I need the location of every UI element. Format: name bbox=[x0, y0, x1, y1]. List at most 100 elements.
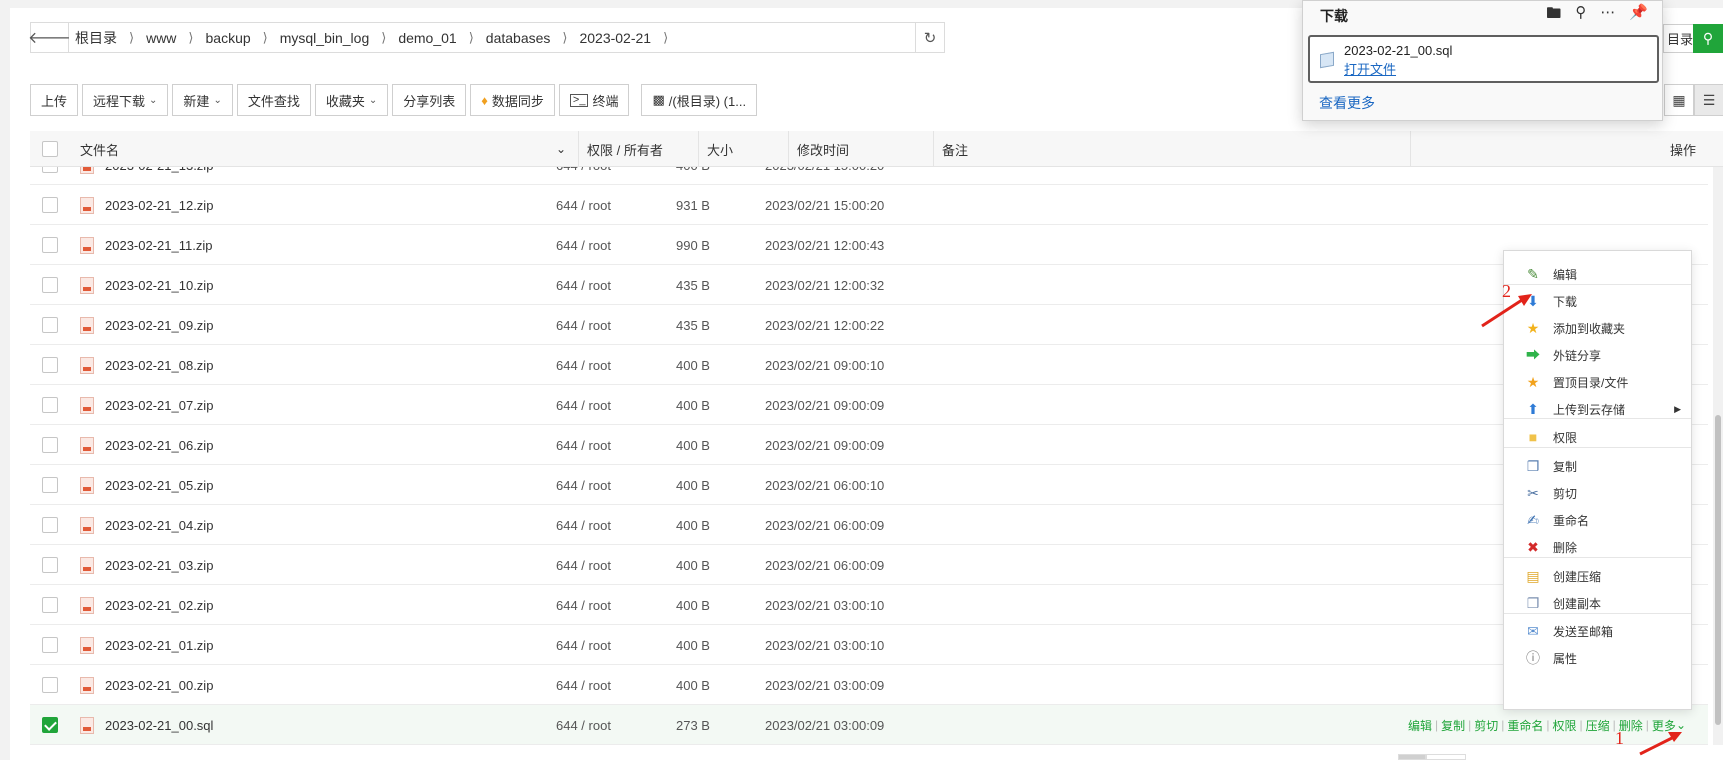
terminal-button[interactable]: >_ 终端 bbox=[558, 84, 630, 116]
row-checkbox[interactable] bbox=[42, 425, 58, 465]
row-checkbox[interactable] bbox=[42, 545, 58, 585]
list-view-button[interactable]: ☰ bbox=[1694, 84, 1723, 116]
checkbox[interactable] bbox=[42, 677, 58, 693]
table-row[interactable]: 2023-02-21_13.zip 644 / root 400 B 2023/02/… bbox=[30, 167, 1708, 185]
breadcrumb-date[interactable]: 2023-02-21 bbox=[567, 30, 651, 46]
checkbox[interactable] bbox=[42, 397, 58, 413]
perm-cell[interactable]: 644 / root bbox=[556, 185, 611, 225]
row-checkbox[interactable] bbox=[42, 585, 58, 625]
menu-item-rename[interactable]: ✍ 重命名 bbox=[1504, 505, 1691, 535]
perm-cell[interactable]: 644 / root bbox=[556, 385, 611, 425]
checkbox[interactable] bbox=[42, 317, 58, 333]
menu-item-info[interactable]: ⓘ 属性 bbox=[1504, 643, 1691, 673]
table-row[interactable]: 2023-02-21_01.zip 644 / root 400 B 2023/02/… bbox=[30, 625, 1708, 665]
breadcrumb-demo-01[interactable]: demo_01 bbox=[386, 30, 456, 46]
file-name-cell[interactable]: 2023-02-21_00.sql bbox=[80, 705, 213, 745]
table-row[interactable]: 2023-02-21_00.sql 644 / root 273 B 2023/02/… bbox=[30, 705, 1708, 745]
file-name[interactable]: 2023-02-21_09.zip bbox=[105, 318, 213, 333]
menu-item-zip[interactable]: ▤ 创建压缩 bbox=[1504, 561, 1691, 591]
table-row[interactable]: 2023-02-21_11.zip 644 / root 990 B 2023/02/… bbox=[30, 225, 1708, 265]
menu-item-mail[interactable]: ✉ 发送至邮箱 bbox=[1504, 616, 1691, 646]
header-size[interactable]: 大小 bbox=[698, 131, 788, 167]
breadcrumb-backup[interactable]: backup bbox=[194, 30, 251, 46]
perm-cell[interactable]: 644 / root bbox=[556, 465, 611, 505]
file-name[interactable]: 2023-02-21_00.sql bbox=[105, 718, 213, 733]
remote-download-button[interactable]: 远程下载 ⌄ bbox=[82, 84, 169, 116]
file-name[interactable]: 2023-02-21_07.zip bbox=[105, 398, 213, 413]
menu-item-upload-cloud[interactable]: ⬆ 上传到云存储 ▶ bbox=[1504, 394, 1691, 424]
header-perm[interactable]: 权限 / 所有者 bbox=[578, 131, 698, 167]
breadcrumb-databases[interactable]: databases bbox=[474, 30, 551, 46]
more-icon[interactable]: ⋯ bbox=[1600, 3, 1615, 28]
perm-cell[interactable]: 644 / root bbox=[556, 545, 611, 585]
row-checkbox[interactable] bbox=[42, 465, 58, 505]
checkbox[interactable] bbox=[42, 357, 58, 373]
file-name[interactable]: 2023-02-21_10.zip bbox=[105, 278, 213, 293]
table-row[interactable]: 2023-02-21_09.zip 644 / root 435 B 2023/02/… bbox=[30, 305, 1708, 345]
file-name-cell[interactable]: 2023-02-21_03.zip bbox=[80, 545, 213, 585]
file-name-cell[interactable]: 2023-02-21_00.zip bbox=[80, 665, 213, 705]
perm-cell[interactable]: 644 / root bbox=[556, 705, 611, 745]
row-checkbox[interactable] bbox=[42, 385, 58, 425]
download-item[interactable]: 2023-02-21_00.sql 打开文件 bbox=[1308, 35, 1659, 83]
perm-cell[interactable]: 644 / root bbox=[556, 425, 611, 465]
file-name[interactable]: 2023-02-21_04.zip bbox=[105, 518, 213, 533]
file-name-cell[interactable]: 2023-02-21_10.zip bbox=[80, 265, 213, 305]
table-row[interactable]: 2023-02-21_06.zip 644 / root 400 B 2023/02/… bbox=[30, 425, 1708, 465]
back-button[interactable]: 🡐 bbox=[28, 23, 71, 52]
table-row[interactable]: 2023-02-21_07.zip 644 / root 400 B 2023/02/… bbox=[30, 385, 1708, 425]
row-action-2[interactable]: 剪切 bbox=[1474, 717, 1498, 734]
checkbox[interactable] bbox=[42, 637, 58, 653]
refresh-button[interactable]: ↻ bbox=[915, 23, 944, 52]
file-name[interactable]: 2023-02-21_12.zip bbox=[105, 198, 213, 213]
checkbox[interactable] bbox=[42, 557, 58, 573]
checkbox[interactable] bbox=[42, 517, 58, 533]
perm-cell[interactable]: 644 / root bbox=[556, 625, 611, 665]
table-row[interactable]: 2023-02-21_03.zip 644 / root 400 B 2023/02/… bbox=[30, 545, 1708, 585]
file-name[interactable]: 2023-02-21_08.zip bbox=[105, 358, 213, 373]
file-name-cell[interactable]: 2023-02-21_09.zip bbox=[80, 305, 213, 345]
checkbox[interactable] bbox=[42, 717, 58, 733]
perm-cell[interactable]: 644 / root bbox=[556, 345, 611, 385]
table-row[interactable]: 2023-02-21_12.zip 644 / root 931 B 2023/02/… bbox=[30, 185, 1708, 225]
menu-item-scissors[interactable]: ✂ 剪切 bbox=[1504, 478, 1691, 508]
breadcrumb-mysql-bin-log[interactable]: mysql_bin_log bbox=[268, 30, 370, 46]
file-name-cell[interactable]: 2023-02-21_01.zip bbox=[80, 625, 213, 665]
file-name-cell[interactable]: 2023-02-21_06.zip bbox=[80, 425, 213, 465]
file-name[interactable]: 2023-02-21_11.zip bbox=[105, 238, 212, 253]
breadcrumb-www[interactable]: www bbox=[134, 30, 176, 46]
file-name[interactable]: 2023-02-21_06.zip bbox=[105, 438, 213, 453]
see-more-link[interactable]: 查看更多 bbox=[1319, 93, 1375, 113]
scrollbar[interactable] bbox=[1713, 167, 1723, 745]
checkbox[interactable] bbox=[42, 141, 58, 157]
new-button[interactable]: 新建 ⌄ bbox=[172, 84, 233, 116]
table-row[interactable]: 2023-02-21_04.zip 644 / root 400 B 2023/02/… bbox=[30, 505, 1708, 545]
row-action-1[interactable]: 复制 bbox=[1441, 717, 1465, 734]
file-name[interactable]: 2023-02-21_03.zip bbox=[105, 558, 213, 573]
share-list-button[interactable]: 分享列表 bbox=[392, 84, 467, 116]
file-name-cell[interactable]: 2023-02-21_02.zip bbox=[80, 585, 213, 625]
menu-item-share[interactable]: ⮕ 外链分享 bbox=[1504, 340, 1691, 370]
file-name-cell[interactable]: 2023-02-21_07.zip bbox=[80, 385, 213, 425]
select-all-checkbox[interactable] bbox=[42, 131, 58, 167]
file-name[interactable]: 2023-02-21_05.zip bbox=[105, 478, 213, 493]
row-checkbox[interactable] bbox=[42, 185, 58, 225]
pin-icon[interactable]: 📌 bbox=[1629, 3, 1648, 28]
row-checkbox[interactable] bbox=[42, 625, 58, 665]
perm-cell[interactable]: 644 / root bbox=[556, 167, 611, 185]
perm-cell[interactable]: 644 / root bbox=[556, 505, 611, 545]
grid-view-button[interactable]: ▦ bbox=[1664, 84, 1694, 116]
search-button[interactable]: ⚲ bbox=[1693, 24, 1723, 53]
checkbox[interactable] bbox=[42, 237, 58, 253]
perm-cell[interactable]: 644 / root bbox=[556, 305, 611, 345]
header-mtime[interactable]: 修改时间 bbox=[788, 131, 933, 167]
file-name-cell[interactable]: 2023-02-21_12.zip bbox=[80, 185, 213, 225]
row-action-3[interactable]: 重命名 bbox=[1507, 717, 1543, 734]
table-row[interactable]: 2023-02-21_05.zip 644 / root 400 B 2023/02/… bbox=[30, 465, 1708, 505]
header-name[interactable]: 文件名 ⌄ bbox=[72, 131, 578, 167]
breadcrumb-root[interactable]: 根目录 bbox=[69, 28, 117, 48]
perm-cell[interactable]: 644 / root bbox=[556, 585, 611, 625]
checkbox[interactable] bbox=[42, 167, 58, 173]
row-checkbox[interactable] bbox=[42, 505, 58, 545]
data-sync-button[interactable]: ♦ 数据同步 bbox=[470, 84, 555, 116]
